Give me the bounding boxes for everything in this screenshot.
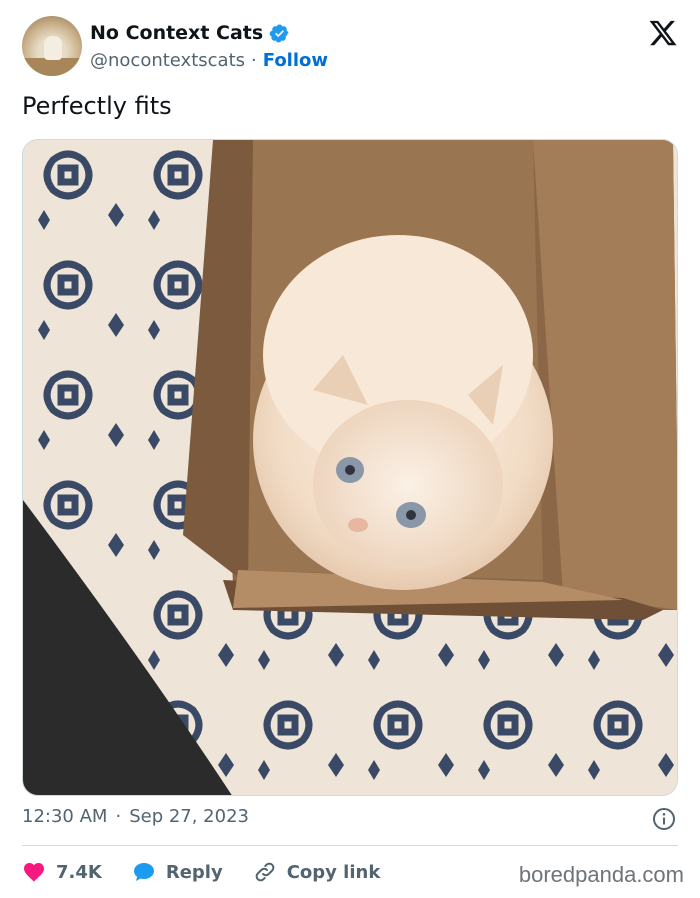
avatar-cat: [44, 36, 62, 60]
watermark: boredpanda.com: [518, 862, 684, 887]
separator-dot: ·: [251, 50, 257, 71]
meta-dot: ·: [115, 806, 122, 827]
heart-icon: [24, 863, 44, 882]
divider: [22, 845, 678, 846]
copy-link-label: Copy link: [286, 861, 381, 883]
reply-button[interactable]: Reply: [132, 860, 223, 884]
tweet-date[interactable]: Sep 27, 2023: [129, 806, 249, 827]
handle[interactable]: @nocontextscats: [90, 50, 245, 71]
display-name[interactable]: No Context Cats: [90, 22, 263, 44]
like-button[interactable]: 7.4K: [22, 860, 102, 884]
reply-label: Reply: [165, 861, 223, 883]
cat-in-box-image: [23, 140, 677, 795]
x-logo-icon[interactable]: [648, 18, 678, 48]
verified-badge-icon: [269, 24, 289, 42]
tweet-header: No Context Cats @nocontextscats · Follow: [22, 16, 678, 80]
handle-row: @nocontextscats · Follow: [90, 50, 328, 71]
like-count: 7.4K: [56, 861, 102, 883]
follow-button[interactable]: Follow: [263, 50, 328, 71]
info-icon[interactable]: [652, 807, 676, 831]
tweet-time[interactable]: 12:30 AM: [22, 806, 107, 827]
tweet-photo[interactable]: [22, 139, 678, 796]
name-row: No Context Cats: [90, 22, 290, 44]
action-bar: 7.4K Reply Copy link: [22, 856, 410, 888]
avatar[interactable]: [22, 16, 82, 76]
link-icon: [255, 862, 275, 882]
speech-bubble-icon: [133, 863, 154, 881]
avatar-floor: [22, 58, 82, 76]
tweet-text: Perfectly fits: [22, 92, 172, 120]
tweet-meta: 12:30 AM · Sep 27, 2023: [22, 806, 249, 827]
copy-link-button[interactable]: Copy link: [253, 860, 381, 884]
